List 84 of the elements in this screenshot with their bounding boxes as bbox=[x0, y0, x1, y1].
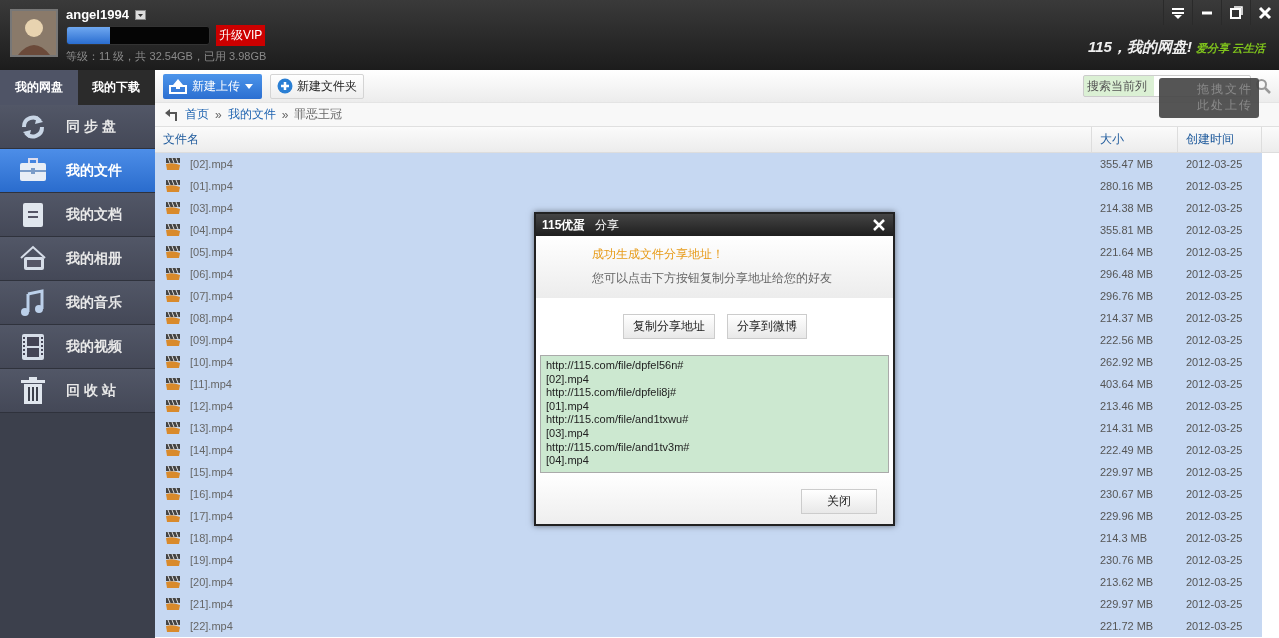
file-size: 221.72 MB bbox=[1099, 620, 1155, 632]
file-name: [09].mp4 bbox=[190, 334, 233, 346]
file-name: [18].mp4 bbox=[190, 532, 233, 544]
file-name: [14].mp4 bbox=[190, 444, 233, 456]
file-size: 229.97 MB bbox=[1099, 598, 1155, 610]
file-name: [15].mp4 bbox=[190, 466, 233, 478]
file-name: [10].mp4 bbox=[190, 356, 233, 368]
slogan: 115，我的网盘! bbox=[1088, 38, 1192, 57]
file-date: 2012-03-25 bbox=[1185, 202, 1244, 214]
file-name: [07].mp4 bbox=[190, 290, 233, 302]
file-size: 229.97 MB bbox=[1099, 466, 1155, 478]
file-date: 2012-03-25 bbox=[1185, 554, 1244, 566]
file-date: 2012-03-25 bbox=[1185, 620, 1244, 632]
share-line: [04].mp4 bbox=[546, 454, 590, 468]
file-date: 2012-03-25 bbox=[1185, 268, 1244, 280]
file-name: [06].mp4 bbox=[190, 268, 233, 280]
file-name: [01].mp4 bbox=[190, 180, 233, 192]
file-size: 214.31 MB bbox=[1099, 422, 1155, 434]
file-size: 213.46 MB bbox=[1099, 400, 1155, 412]
file-size: 213.62 MB bbox=[1099, 576, 1155, 588]
share-line: http://115.com/file/and1txwu# bbox=[546, 413, 690, 427]
file-size: 296.48 MB bbox=[1099, 268, 1155, 280]
file-date: 2012-03-25 bbox=[1185, 334, 1244, 346]
file-name: [16].mp4 bbox=[190, 488, 233, 500]
file-date: 2012-03-25 bbox=[1185, 422, 1244, 434]
file-date: 2012-03-25 bbox=[1185, 400, 1244, 412]
file-name: [08].mp4 bbox=[190, 312, 233, 324]
file-size: 355.81 MB bbox=[1099, 224, 1155, 236]
share-line: http://115.com/file/and1tv3m# bbox=[546, 440, 691, 455]
file-date: 2012-03-25 bbox=[1185, 224, 1244, 236]
share-line: http://115.com/file/dpfel56n# bbox=[546, 359, 685, 373]
file-date: 2012-03-25 bbox=[1185, 510, 1244, 522]
file-name: [21].mp4 bbox=[190, 598, 233, 610]
file-date: 2012-03-25 bbox=[1185, 180, 1244, 192]
success-message: 成功生成文件分享地址！ bbox=[592, 246, 725, 263]
file-name: [20].mp4 bbox=[190, 576, 233, 588]
share-line: http://115.com/file/dpfeli8j# bbox=[546, 386, 678, 400]
hint-text: 您可以点击下方按钮复制分享地址给您的好友 bbox=[592, 270, 833, 287]
file-date: 2012-03-25 bbox=[1185, 246, 1244, 258]
file-size: 214.37 MB bbox=[1099, 312, 1155, 324]
file-size: 230.76 MB bbox=[1099, 554, 1155, 566]
file-name: [02].mp4 bbox=[190, 158, 233, 170]
file-size: 262.92 MB bbox=[1099, 356, 1155, 368]
file-size: 214.38 MB bbox=[1099, 202, 1155, 214]
file-name: [04].mp4 bbox=[190, 224, 233, 236]
file-size: 280.16 MB bbox=[1099, 180, 1155, 192]
file-size: 403.64 MB bbox=[1099, 378, 1155, 390]
share-line: [02].mp4 bbox=[546, 372, 590, 387]
file-name: [13].mp4 bbox=[190, 422, 233, 434]
file-date: 2012-03-25 bbox=[1185, 466, 1244, 478]
share-line: [01].mp4 bbox=[546, 399, 590, 414]
file-name: [19].mp4 bbox=[190, 554, 233, 566]
file-name: [05].mp4 bbox=[190, 246, 233, 258]
breadcrumb-current: 罪恶王冠 bbox=[294, 106, 343, 123]
dialog-brand: 115优蛋 bbox=[542, 216, 586, 234]
file-date: 2012-03-25 bbox=[1185, 312, 1244, 324]
file-size: 222.56 MB bbox=[1099, 334, 1155, 346]
file-size: 355.47 MB bbox=[1099, 158, 1155, 170]
file-date: 2012-03-25 bbox=[1185, 576, 1244, 588]
file-size: 230.67 MB bbox=[1099, 488, 1155, 500]
file-size: 229.96 MB bbox=[1099, 510, 1155, 522]
file-date: 2012-03-25 bbox=[1185, 290, 1244, 302]
breadcrumb-separator: » bbox=[281, 107, 289, 122]
breadcrumb-separator: » bbox=[215, 107, 222, 122]
file-date: 2012-03-25 bbox=[1185, 488, 1244, 500]
file-name: [17].mp4 bbox=[190, 510, 233, 522]
tagline: 爱分享 云生活 bbox=[1195, 41, 1265, 56]
file-name: [11].mp4 bbox=[190, 378, 232, 390]
file-name: [12].mp4 bbox=[190, 400, 233, 412]
file-size: 214.3 MB bbox=[1099, 532, 1149, 544]
share-line: [03].mp4 bbox=[546, 426, 590, 441]
file-date: 2012-03-25 bbox=[1185, 158, 1244, 170]
file-size: 221.64 MB bbox=[1099, 246, 1155, 258]
file-date: 2012-03-25 bbox=[1185, 378, 1244, 390]
file-size: 296.76 MB bbox=[1099, 290, 1155, 302]
dialog-title: 分享 bbox=[595, 216, 620, 234]
file-date: 2012-03-25 bbox=[1185, 356, 1244, 368]
quota-text: 等级：11 级，共 32.54GB，已用 3.98GB bbox=[66, 49, 267, 64]
file-date: 2012-03-25 bbox=[1185, 532, 1244, 544]
file-size: 222.49 MB bbox=[1099, 444, 1155, 456]
file-name: [22].mp4 bbox=[190, 620, 233, 632]
file-name: [03].mp4 bbox=[190, 202, 233, 214]
file-date: 2012-03-25 bbox=[1185, 598, 1244, 610]
file-date: 2012-03-25 bbox=[1185, 444, 1244, 456]
